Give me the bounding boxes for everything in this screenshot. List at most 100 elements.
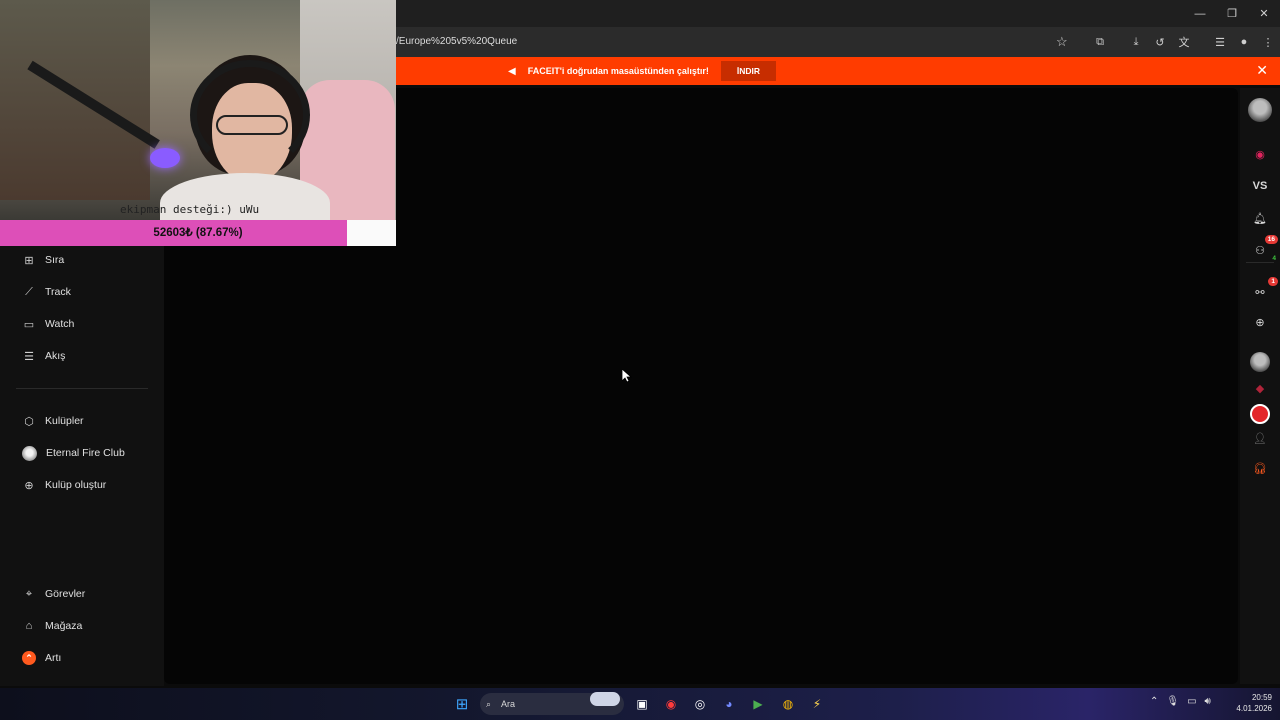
- chart-line-icon: ⟋: [25, 285, 33, 298]
- left-sidebar: ⊞ Sıra ⟋ Track ▭ Watch ☰ Akış ⬡ Kulüpler…: [0, 246, 164, 686]
- video-icon: ▭: [23, 318, 35, 331]
- friends-online-count: 4: [1272, 255, 1276, 262]
- translate-icon[interactable]: 文: [1172, 27, 1196, 57]
- sidebar-item-watch[interactable]: ▭ Watch: [22, 314, 75, 334]
- headset: [190, 60, 310, 170]
- discord-icon[interactable]: ◕: [719, 694, 739, 714]
- weather-icon: [590, 692, 620, 706]
- queue-icon: ⊞: [24, 254, 34, 267]
- system-tray: ⌃ 🎙︎ ▭ 🔊︎: [1150, 696, 1211, 707]
- sidebar-item-queue[interactable]: ⊞ Sıra: [22, 250, 64, 270]
- app-red-icon[interactable]: ◉: [661, 694, 681, 714]
- avatar-icon: [1250, 352, 1270, 372]
- shop-icon: ⌂: [25, 620, 33, 632]
- sidebar-item-create-club[interactable]: ⊕ Kulüp oluştur: [22, 475, 106, 495]
- notifications-bell-icon[interactable]: 🔔︎: [1248, 206, 1272, 230]
- live-stream-icon[interactable]: ◉: [1248, 142, 1272, 166]
- friends-count-badge: 16: [1264, 235, 1278, 244]
- right-rail: ◉ VS 🔔︎ ⚇ 16 4 ⚯ 1 ⊕ ◆ 👤︎ 🎧︎: [1240, 88, 1280, 684]
- friend-avatar-active[interactable]: [1248, 402, 1272, 426]
- profile-avatar-icon[interactable]: ●: [1232, 27, 1256, 57]
- sidebar-item-label: Kulüpler: [45, 415, 84, 427]
- volume-icon[interactable]: 🔊︎: [1205, 696, 1211, 707]
- clock-time: 20:59: [1251, 693, 1272, 702]
- search-icon: ⌕: [486, 698, 492, 709]
- faceit-logo-icon: ◀: [508, 65, 516, 77]
- friend-avatar-offline[interactable]: 👤︎: [1248, 426, 1272, 450]
- sidebar-item-feed[interactable]: ☰ Akış: [22, 346, 65, 366]
- window-controls: — ❐ ✕: [1184, 0, 1280, 27]
- sidebar-item-label: Akış: [45, 350, 66, 362]
- sidebar-item-eternal-fire-club[interactable]: Eternal Fire Club: [22, 443, 125, 463]
- sidebar-item-label: Kulüp oluştur: [45, 479, 107, 491]
- sidebar-item-label: Görevler: [45, 588, 86, 600]
- toolbar-actions: ⧉ ⤓ ↺ 文 ☰ ● ⋮: [1088, 27, 1280, 57]
- display-icon[interactable]: ▭: [1187, 696, 1196, 707]
- sidebar-item-clubs[interactable]: ⬡ Kulüpler: [22, 411, 84, 431]
- sidebar-item-label: Watch: [45, 318, 75, 330]
- mouse-cursor-icon: [622, 369, 632, 383]
- restore-button[interactable]: ❐: [1216, 0, 1248, 27]
- missions-icon: ⌖: [25, 587, 33, 600]
- party-badge: 1: [1268, 277, 1278, 286]
- app-yellow-icon[interactable]: ⚡︎: [807, 694, 827, 714]
- microphone-icon[interactable]: 🎙︎: [1166, 696, 1179, 707]
- windows-start-icon[interactable]: ⊞: [452, 694, 472, 714]
- sidebar-item-label: Eternal Fire Club: [46, 447, 125, 459]
- support-headset-icon[interactable]: 🎧︎: [1248, 456, 1272, 480]
- friends-button[interactable]: ⚇ 16 4: [1248, 235, 1278, 262]
- background-shelf: [0, 0, 150, 200]
- vs-matches-button[interactable]: VS: [1248, 174, 1272, 198]
- download-app-button[interactable]: İNDIR: [720, 61, 777, 81]
- menu-kebab-icon[interactable]: ⋮: [1256, 27, 1280, 57]
- taskbar-search-label: Ara: [501, 699, 516, 709]
- party-icon: ⚯: [1255, 286, 1265, 299]
- sidebar-item-label: Track: [45, 286, 71, 298]
- windows-taskbar: ⊞ ⌕ Ara ▣ ◉ ◎ ◕ ▶ ◍ ⚡︎ ⌃ 🎙︎ ▭ 🔊︎ 20:59 4…: [0, 688, 1280, 720]
- donation-goal-text: 52603₺ (87.67%): [153, 227, 243, 239]
- sidebar-item-label: Artı: [45, 652, 62, 664]
- terminal-app-icon[interactable]: ▶: [748, 694, 768, 714]
- sidebar-item-plus[interactable]: ⌃ Artı: [22, 648, 61, 668]
- reading-list-icon[interactable]: ☰: [1208, 27, 1232, 57]
- party-button[interactable]: ⚯ 1: [1248, 277, 1278, 304]
- streamer: [150, 55, 330, 220]
- download-icon[interactable]: ⤓: [1124, 27, 1148, 57]
- sidebar-divider: [16, 388, 148, 389]
- extensions-icon[interactable]: ⧉: [1088, 27, 1112, 57]
- add-circle-icon: ⊕: [24, 479, 34, 492]
- clubs-icon: ⬡: [24, 415, 34, 428]
- banner-text: FACEIT'i doğrudan masaüstünden çalıştır!: [527, 66, 709, 76]
- sidebar-item-shop[interactable]: ⌂ Mağaza: [22, 616, 83, 636]
- address-bar[interactable]: /Europe%205v5%20Queue: [396, 30, 1086, 54]
- friend-avatar-red[interactable]: ◆: [1248, 376, 1272, 400]
- taskbar-clock[interactable]: 20:59 4.01.2026: [1228, 692, 1272, 714]
- overlay-caption: ekipman desteği:) uWu: [120, 203, 260, 216]
- sidebar-item-label: Sıra: [45, 254, 65, 266]
- chrome-icon[interactable]: ◍: [778, 694, 798, 714]
- sidebar-item-label: Mağaza: [45, 620, 83, 632]
- tray-chevron-icon[interactable]: ⌃: [1150, 696, 1158, 707]
- avatar-icon: [1248, 98, 1272, 122]
- sidebar-item-track[interactable]: ⟋ Track: [22, 282, 71, 302]
- file-explorer-icon[interactable]: ▣: [632, 694, 652, 714]
- plus-badge-icon: ⌃: [22, 651, 36, 665]
- friend-avatar[interactable]: [1248, 350, 1272, 374]
- feed-icon: ☰: [24, 350, 34, 363]
- friends-icon: ⚇: [1255, 244, 1265, 257]
- club-avatar-icon: [22, 445, 37, 461]
- sidebar-item-missions[interactable]: ⌖ Görevler: [22, 584, 85, 604]
- clock-date: 4.01.2026: [1236, 704, 1272, 713]
- close-window-button[interactable]: ✕: [1248, 0, 1280, 27]
- add-friend-icon[interactable]: ⊕: [1248, 310, 1272, 334]
- bookmark-star-icon[interactable]: ☆: [1056, 34, 1068, 50]
- avatar-icon: [1250, 404, 1270, 424]
- obs-icon[interactable]: ◎: [690, 694, 710, 714]
- webcam-overlay: ekipman desteği:) uWu: [0, 0, 396, 220]
- minimize-button[interactable]: —: [1184, 0, 1216, 27]
- close-banner-icon[interactable]: ✕: [1256, 62, 1268, 79]
- history-icon[interactable]: ↺: [1148, 27, 1172, 57]
- user-avatar[interactable]: [1248, 98, 1272, 122]
- rail-divider: [1246, 262, 1274, 263]
- microphone-light: [150, 148, 180, 168]
